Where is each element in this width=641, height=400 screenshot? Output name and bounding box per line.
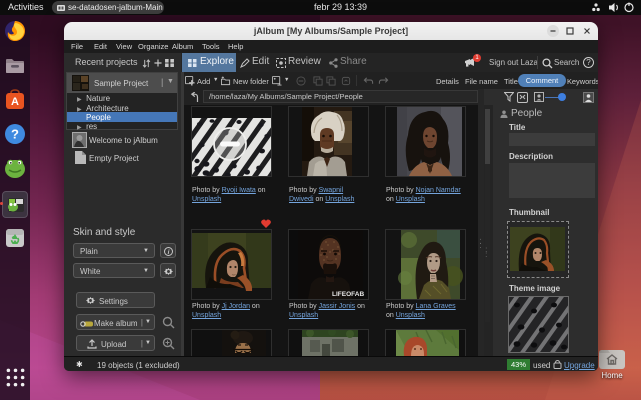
svg-text:?: ? [11,127,19,142]
svg-text:A: A [11,96,19,108]
svg-text:i: i [167,248,169,255]
svg-text:LIFEOFAB: LIFEOFAB [332,291,364,298]
